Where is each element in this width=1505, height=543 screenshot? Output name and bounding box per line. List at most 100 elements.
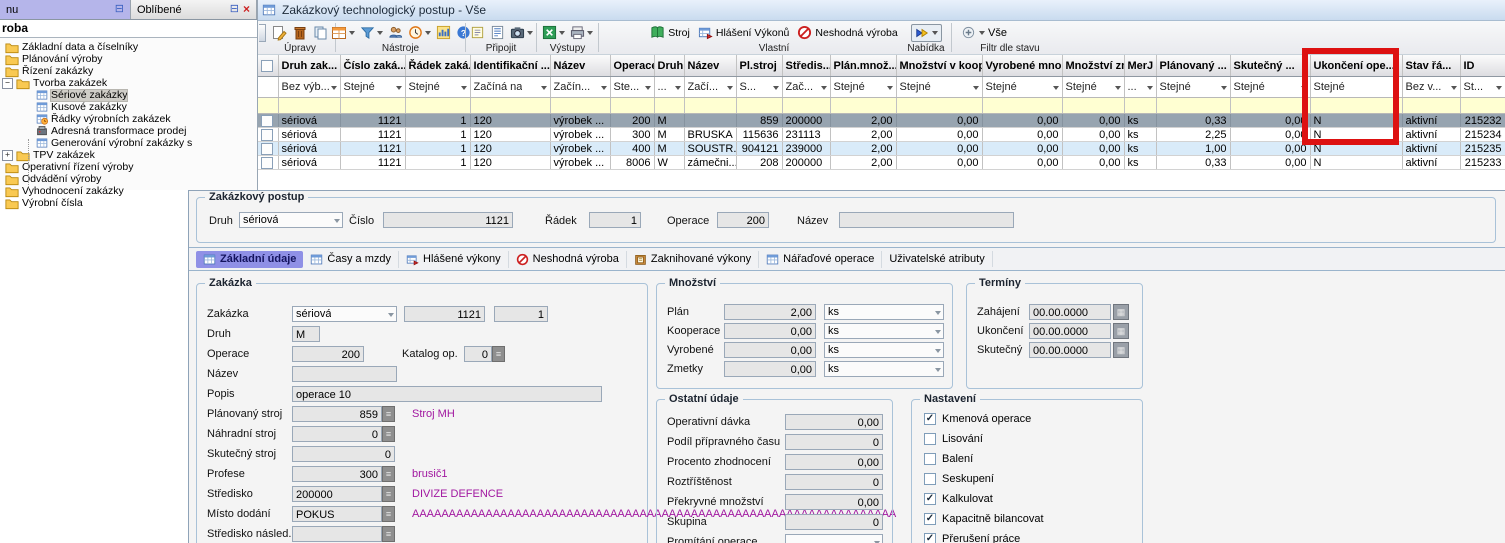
cell[interactable]: 0,00 bbox=[982, 156, 1062, 170]
cell[interactable]: 2,00 bbox=[830, 128, 896, 142]
cell[interactable]: 0,00 bbox=[1230, 128, 1310, 142]
neshodna-vyroba-button[interactable]: Neshodná výroba bbox=[797, 25, 897, 40]
status-filter-value[interactable]: Vše bbox=[988, 27, 1007, 39]
calendar-icon[interactable]: ▦ bbox=[1113, 304, 1129, 320]
unit-combo[interactable]: ks bbox=[824, 304, 944, 320]
cell[interactable]: 120 bbox=[470, 114, 550, 128]
checkbox-kalkulovat[interactable]: ✓ bbox=[924, 493, 936, 505]
popis-field[interactable]: operace 10 bbox=[292, 386, 602, 402]
nahradni-stroj-field[interactable]: 0 bbox=[292, 426, 382, 442]
zakazka-cislo-field[interactable]: 1121 bbox=[404, 306, 485, 322]
druh-field[interactable]: M bbox=[292, 326, 320, 342]
close-icon[interactable]: × bbox=[243, 4, 250, 15]
checkbox-kapacitne-bilancovat[interactable]: ✓ bbox=[924, 513, 936, 525]
cell[interactable]: 120 bbox=[470, 156, 550, 170]
filter-dropdown[interactable]: Bez v... bbox=[1402, 77, 1460, 98]
filter-dropdown[interactable]: Stejné bbox=[340, 77, 405, 98]
filter-dropdown[interactable]: Stejné bbox=[405, 77, 470, 98]
calendar-icon[interactable]: ▦ bbox=[1113, 342, 1129, 358]
cell[interactable]: N bbox=[1310, 128, 1402, 142]
checkbox-kmenova-operace[interactable]: ✓ bbox=[924, 413, 936, 425]
copy-icon[interactable] bbox=[313, 25, 329, 41]
podil-casu-field[interactable]: 0 bbox=[785, 434, 883, 450]
filter-dropdown[interactable]: ... bbox=[1124, 77, 1156, 98]
roztristenost-field[interactable]: 0 bbox=[785, 474, 883, 490]
unit-combo[interactable]: ks bbox=[824, 342, 944, 358]
postup-cislo-field[interactable]: 1121 bbox=[383, 212, 513, 228]
cell[interactable]: zámečni... bbox=[684, 156, 736, 170]
cell[interactable]: ks bbox=[1124, 156, 1156, 170]
cell[interactable]: 1 bbox=[405, 142, 470, 156]
grid-settings-button[interactable] bbox=[331, 25, 355, 41]
lookup-button[interactable]: ≡ bbox=[382, 466, 395, 482]
filter-dropdown[interactable]: Stejné bbox=[1156, 77, 1230, 98]
cell[interactable]: 239000 bbox=[782, 142, 830, 156]
cell[interactable]: N bbox=[1310, 142, 1402, 156]
note-icon[interactable] bbox=[470, 25, 485, 40]
cell[interactable]: 1121 bbox=[340, 128, 405, 142]
filter-dropdown[interactable]: Stejné bbox=[1310, 77, 1402, 98]
edit-record-icon[interactable] bbox=[271, 25, 287, 41]
plus-circle-icon[interactable] bbox=[961, 25, 976, 40]
cell[interactable]: SOUSTR... bbox=[684, 142, 736, 156]
column-header[interactable]: Pl.stroj bbox=[736, 55, 782, 77]
tree-item-selected[interactable]: Sériové zakázky bbox=[0, 89, 257, 101]
cell[interactable]: 0,33 bbox=[1156, 114, 1230, 128]
column-header[interactable]: Operace bbox=[610, 55, 654, 77]
column-header[interactable]: Druh zak... bbox=[278, 55, 340, 77]
prekryvne-mnozstvi-field[interactable]: 0,00 bbox=[785, 494, 883, 510]
tree-item[interactable]: Adresná transformace prodej bbox=[0, 125, 257, 137]
cell[interactable]: 1,00 bbox=[1156, 142, 1230, 156]
checkbox-baleni[interactable] bbox=[924, 453, 936, 465]
cell[interactable]: 859 bbox=[736, 114, 782, 128]
tree-item[interactable]: Plánování výroby bbox=[0, 53, 257, 65]
cell[interactable]: sériová bbox=[278, 156, 340, 170]
cell[interactable]: BRUSKA bbox=[684, 128, 736, 142]
filter-dropdown[interactable]: Stejné bbox=[1230, 77, 1310, 98]
filter-dropdown[interactable]: Stejné bbox=[1062, 77, 1124, 98]
hlaseni-vykonu-button[interactable]: Hlášení Výkonů bbox=[698, 25, 790, 40]
column-header[interactable]: Název bbox=[684, 55, 736, 77]
cell[interactable]: 0,00 bbox=[1230, 142, 1310, 156]
checkbox-seskupeni[interactable] bbox=[924, 473, 936, 485]
cell[interactable]: výrobek ... bbox=[550, 128, 610, 142]
cell[interactable]: 1 bbox=[405, 114, 470, 128]
tab-zakladni-udaje[interactable]: Základní údaje bbox=[196, 251, 303, 268]
cell[interactable]: aktivní bbox=[1402, 128, 1460, 142]
lookup-button[interactable]: ≡ bbox=[382, 526, 395, 542]
cell[interactable]: 120 bbox=[470, 128, 550, 142]
promitani-operace-combo[interactable] bbox=[785, 534, 883, 543]
cell[interactable]: 1 bbox=[405, 156, 470, 170]
cell[interactable]: 0,00 bbox=[1062, 142, 1124, 156]
cell[interactable]: W bbox=[654, 156, 684, 170]
column-header[interactable]: Středis... bbox=[782, 55, 830, 77]
column-header[interactable]: Název bbox=[550, 55, 610, 77]
expander-icon[interactable]: − bbox=[2, 78, 13, 89]
clipped-toolbar-icon[interactable] bbox=[259, 24, 266, 42]
cell[interactable]: 200000 bbox=[782, 114, 830, 128]
new-row-placeholder[interactable] bbox=[258, 98, 1505, 114]
tab-uzivatelske-atributy[interactable]: Uživatelské atributy bbox=[882, 251, 992, 267]
cell[interactable]: sériová bbox=[278, 114, 340, 128]
filter-dropdown[interactable]: Začín... bbox=[550, 77, 610, 98]
tree-item[interactable]: Operativní řízení výroby bbox=[0, 161, 257, 173]
vyrobene-field[interactable]: 0,00 bbox=[724, 342, 816, 358]
column-header[interactable]: Druh bbox=[654, 55, 684, 77]
menu-dropdown-button[interactable] bbox=[911, 24, 942, 42]
row-checkbox[interactable] bbox=[261, 157, 273, 169]
cell[interactable]: 0,00 bbox=[1230, 156, 1310, 170]
cell[interactable]: 0,00 bbox=[982, 128, 1062, 142]
attach-image-button[interactable] bbox=[510, 25, 533, 40]
column-header[interactable]: ID bbox=[1460, 55, 1505, 77]
planovany-stroj-field[interactable]: 859 bbox=[292, 406, 382, 422]
tree-item[interactable]: Kusové zakázky bbox=[0, 101, 257, 113]
nazev-field[interactable] bbox=[292, 366, 397, 382]
print-button[interactable] bbox=[570, 25, 593, 40]
cell[interactable]: 300 bbox=[610, 128, 654, 142]
cell[interactable]: výrobek ... bbox=[550, 142, 610, 156]
history-button[interactable] bbox=[408, 25, 431, 40]
cell[interactable]: 1121 bbox=[340, 156, 405, 170]
tab-hlasene-vykony[interactable]: Hlášené výkony bbox=[399, 251, 509, 268]
misto-dodani-field[interactable]: POKUS bbox=[292, 506, 382, 522]
column-header[interactable]: Stav řá... bbox=[1402, 55, 1460, 77]
